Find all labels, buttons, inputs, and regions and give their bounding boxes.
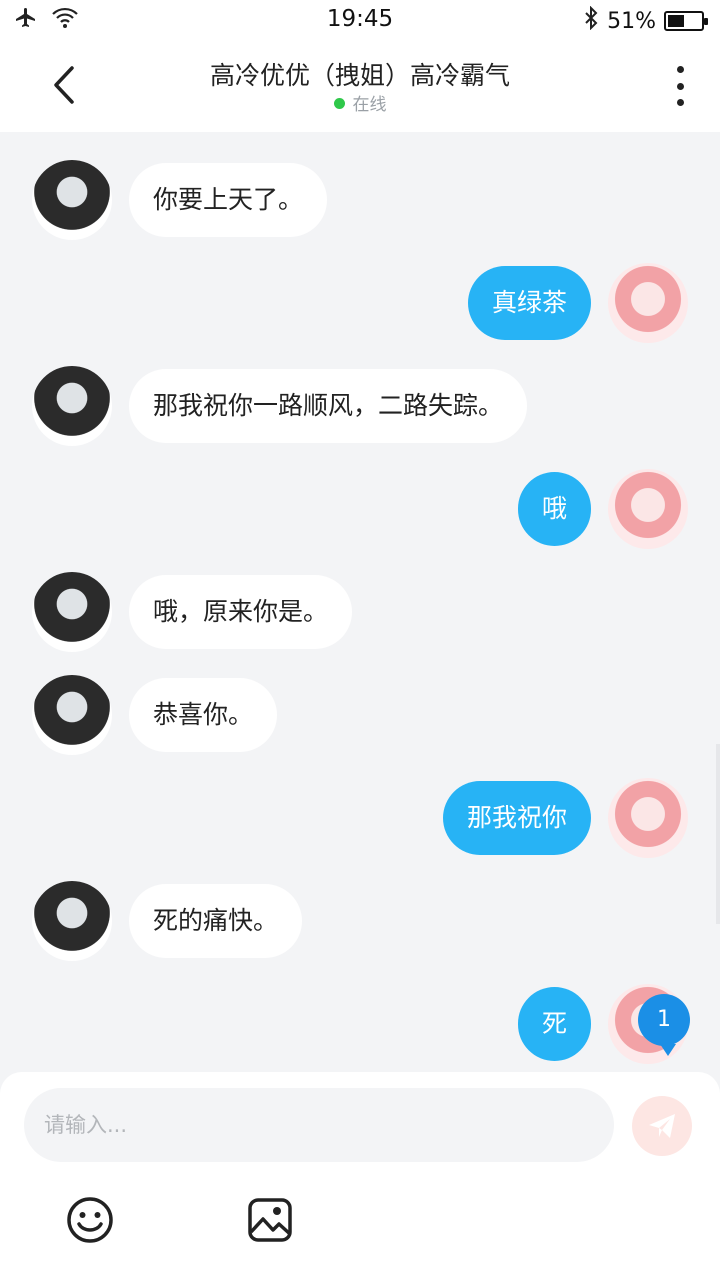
battery-level bbox=[668, 15, 685, 27]
more-dot-icon bbox=[676, 82, 684, 90]
message-input[interactable] bbox=[24, 1088, 614, 1162]
online-status: 在线 bbox=[0, 90, 720, 115]
message-bubble-sent[interactable]: 真绿茶 bbox=[467, 266, 591, 340]
compose-bar bbox=[0, 1072, 720, 1280]
battery-percent: 51% bbox=[607, 8, 656, 34]
emoji-button[interactable] bbox=[66, 1196, 114, 1244]
contact-avatar[interactable] bbox=[32, 160, 112, 240]
message-row: 那我祝你一路顺风，二路失踪。 bbox=[0, 361, 720, 451]
message-row: 死的痛快。 bbox=[0, 876, 720, 966]
my-avatar[interactable] bbox=[608, 778, 688, 858]
unread-count-badge[interactable]: 1 bbox=[638, 994, 690, 1056]
contact-avatar[interactable] bbox=[32, 675, 112, 755]
message-bubble-received[interactable]: 恭喜你。 bbox=[129, 678, 278, 752]
contact-avatar[interactable] bbox=[32, 881, 112, 961]
message-row: 死 bbox=[0, 979, 720, 1069]
status-bar: 19:45 51% bbox=[0, 0, 720, 40]
message-row: 恭喜你。 bbox=[0, 670, 720, 760]
message-bubble-sent[interactable]: 哦 bbox=[517, 472, 591, 546]
message-row: 那我祝你 bbox=[0, 773, 720, 863]
message-row: 你要上天了。 bbox=[0, 155, 720, 245]
my-avatar[interactable] bbox=[608, 263, 688, 343]
chat-title: 高冷优优（拽姐）高冷霸气 bbox=[209, 61, 510, 90]
contact-avatar[interactable] bbox=[32, 572, 112, 652]
image-button[interactable] bbox=[246, 1196, 294, 1244]
message-bubble-received[interactable]: 你要上天了。 bbox=[129, 163, 328, 237]
contact-avatar[interactable] bbox=[32, 366, 112, 446]
message-bubble-sent[interactable]: 死 bbox=[517, 987, 591, 1061]
more-dot-icon bbox=[676, 99, 684, 106]
smiley-icon bbox=[67, 1197, 113, 1243]
image-icon bbox=[248, 1198, 292, 1242]
message-bubble-received[interactable]: 哦，原来你是。 bbox=[129, 575, 353, 649]
bluetooth-icon bbox=[583, 5, 599, 36]
battery-icon bbox=[664, 11, 708, 31]
message-list[interactable]: 你要上天了。 真绿茶 那我祝你一路顺风，二路失踪。 哦 哦，原来你是。 恭喜你。… bbox=[0, 132, 720, 1072]
online-status-label: 在线 bbox=[352, 95, 387, 115]
more-dot-icon bbox=[676, 66, 684, 73]
scrollbar[interactable] bbox=[716, 744, 720, 924]
my-avatar[interactable] bbox=[608, 469, 688, 549]
message-row: 哦，原来你是。 bbox=[0, 567, 720, 657]
send-icon bbox=[649, 1114, 675, 1138]
message-row: 哦 bbox=[0, 464, 720, 554]
message-bubble-sent[interactable]: 那我祝你 bbox=[442, 781, 591, 855]
more-options-button[interactable] bbox=[670, 66, 690, 106]
send-button[interactable] bbox=[632, 1096, 692, 1156]
online-dot-icon bbox=[333, 98, 345, 109]
chat-header: 高冷优优（拽姐）高冷霸气 在线 bbox=[0, 40, 720, 132]
message-row: 真绿茶 bbox=[0, 258, 720, 348]
message-bubble-received[interactable]: 那我祝你一路顺风，二路失踪。 bbox=[129, 369, 528, 443]
message-bubble-received[interactable]: 死的痛快。 bbox=[129, 884, 303, 958]
